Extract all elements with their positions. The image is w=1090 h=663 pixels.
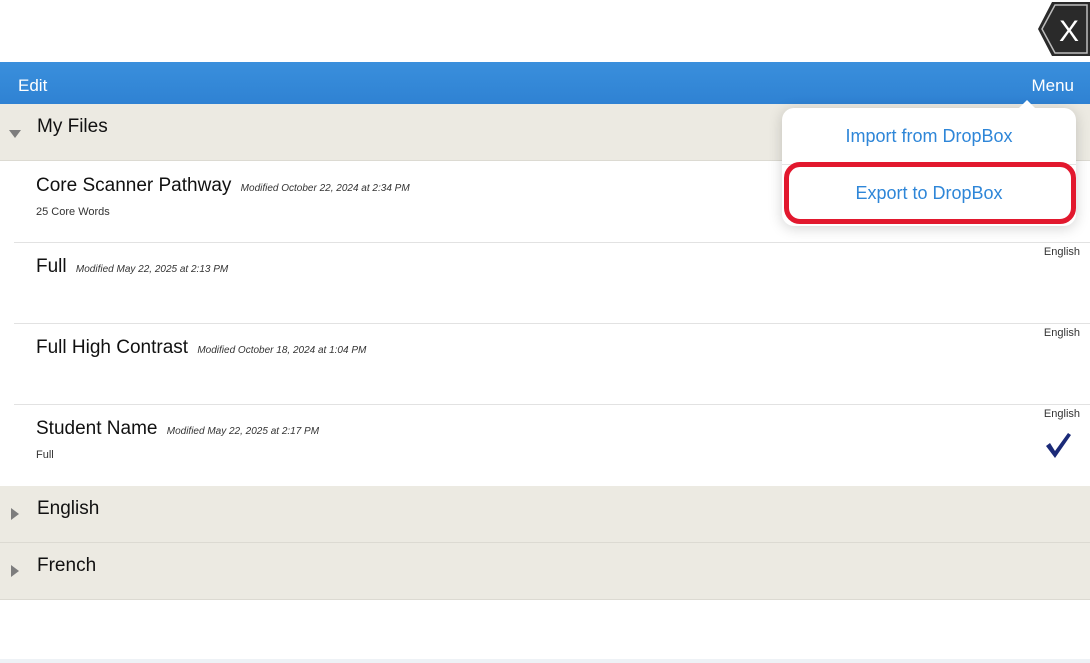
svg-text:X: X [1059,15,1079,48]
disclosure-expanded-icon [9,130,21,138]
file-language: English [1043,408,1080,420]
bottom-divider [0,659,1090,663]
file-name-line: Core Scanner Pathway Modified October 22… [36,175,410,197]
file-name: Full [36,256,67,277]
checkmark-icon [1046,433,1071,458]
section-header-english[interactable]: English [0,486,1090,543]
file-modified: Modified October 22, 2024 at 2:34 PM [240,183,410,194]
file-name-line: Full High Contrast Modified October 18, … [36,337,366,359]
file-name: Core Scanner Pathway [36,175,232,196]
menu-button[interactable]: Menu [1031,76,1074,96]
file-name: Full High Contrast [36,337,189,358]
disclosure-collapsed-icon [11,508,19,520]
section-header-french[interactable]: French [0,543,1090,600]
file-language: English [1043,246,1080,258]
navigation-bar: Edit Menu [0,62,1090,104]
section-title: English [37,498,100,519]
file-name-line: Full Modified May 22, 2025 at 2:13 PM [36,256,228,278]
file-modified: Modified May 22, 2025 at 2:17 PM [166,426,320,437]
close-x-icon[interactable]: X [1038,2,1090,56]
file-modified: Modified October 18, 2024 at 1:04 PM [197,345,367,356]
highlight-annotation [784,162,1076,224]
file-row-full-high-contrast[interactable]: Full High Contrast Modified October 18, … [0,324,1090,405]
file-row-student-name[interactable]: Student Name Modified May 22, 2025 at 2:… [0,405,1090,486]
disclosure-collapsed-icon [11,565,19,577]
file-subtitle: 25 Core Words [36,206,110,218]
file-subtitle: Full [36,449,54,461]
file-language: English [1043,327,1080,339]
file-modified: Modified May 22, 2025 at 2:13 PM [75,264,229,275]
import-from-dropbox-item[interactable]: Import from DropBox [782,108,1076,164]
edit-button[interactable]: Edit [18,76,47,96]
file-name-line: Student Name Modified May 22, 2025 at 2:… [36,418,319,440]
file-row-full[interactable]: Full Modified May 22, 2025 at 2:13 PM En… [0,243,1090,324]
section-title: French [37,555,97,576]
section-title: My Files [37,116,108,137]
file-name: Student Name [36,418,158,439]
app-screen: X Edit Menu My Files Core Scanner Pathwa… [0,0,1090,663]
